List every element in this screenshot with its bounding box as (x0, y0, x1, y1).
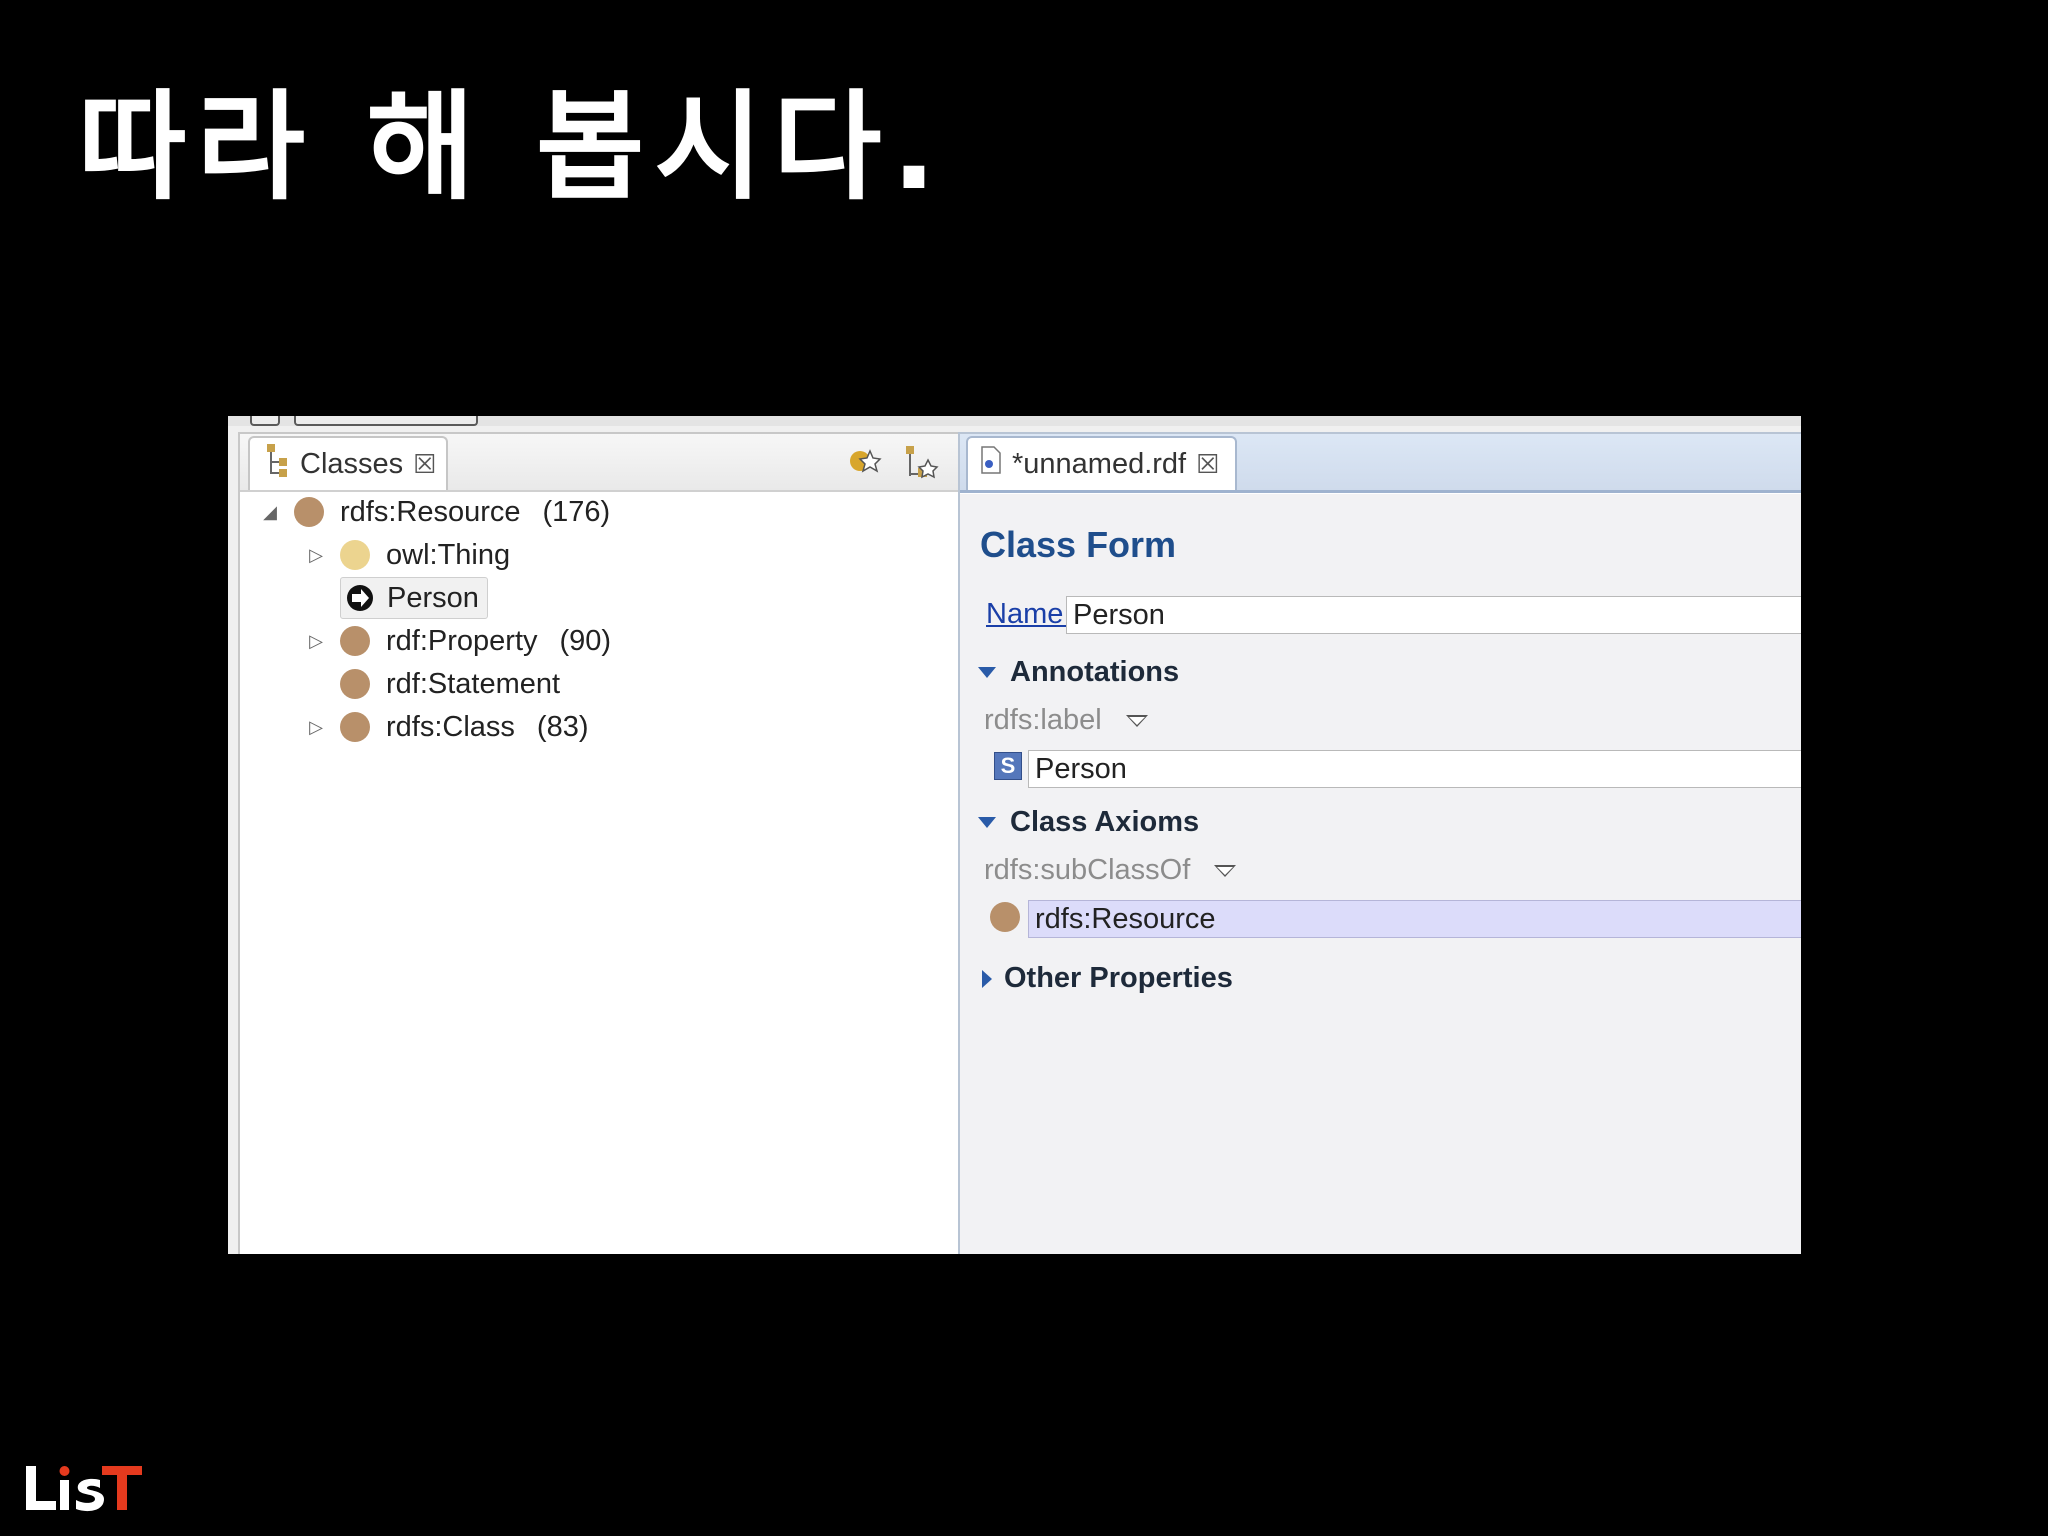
expand-arrow-icon[interactable]: ▷ (306, 545, 326, 565)
tree-item-label: rdfs:Class (386, 710, 515, 743)
add-subclass-icon[interactable] (846, 443, 886, 483)
property-label: rdfs:label (984, 704, 1102, 736)
tab-classes-label: Classes (300, 447, 404, 480)
class-icon (294, 497, 324, 527)
string-type-icon: S (994, 752, 1022, 780)
class-editor: *unnamed.rdf ☒ Class Form Name: Person A… (958, 432, 1801, 1254)
section-title: Annotations (1010, 656, 1180, 688)
tree-item-label: rdf:Statement (386, 667, 561, 700)
section-title: Class Axioms (1010, 806, 1200, 838)
subclassof-value-field[interactable]: rdfs:Resource (1028, 900, 1801, 938)
close-icon[interactable]: ☒ (1196, 449, 1219, 480)
tree-item-count: (176) (542, 495, 611, 528)
tree-item-rdfs-resource[interactable]: ◢ rdfs:Resource (176) (260, 492, 610, 532)
other-properties-section-header[interactable]: Other Properties (978, 962, 1233, 995)
dropdown-arrow-icon[interactable] (1214, 864, 1237, 877)
class-icon (340, 712, 370, 742)
collapse-arrow-icon[interactable]: ◢ (260, 502, 280, 522)
expand-arrow-icon[interactable]: ▷ (306, 717, 326, 737)
class-icon (340, 540, 370, 570)
toolbar-stub (250, 416, 280, 426)
subclassof-property-row: rdfs:subClassOf (984, 854, 1237, 887)
editor-tabbar: *unnamed.rdf ☒ (960, 434, 1801, 493)
tree-item-label: rdf:Property (386, 624, 538, 657)
tree-item-label: owl:Thing (386, 538, 511, 571)
expanded-arrow-icon (978, 817, 996, 828)
name-field[interactable]: Person (1066, 596, 1801, 634)
close-icon[interactable]: ☒ (413, 449, 436, 480)
section-title: Other Properties (1004, 962, 1233, 994)
annotation-property-row: rdfs:label (984, 704, 1148, 737)
class-form: Class Form Name: Person Annotations rdfs… (960, 494, 1801, 1254)
slide-title: 따라 해 봅시다. (78, 78, 947, 216)
ide-screenshot: Classes ☒ ◢ rdfs:Resource (176) ▷ owl:Th… (228, 416, 1801, 1254)
tree-item-owl-thing[interactable]: ▷ owl:Thing (306, 535, 510, 575)
collapsed-arrow-icon (982, 969, 992, 988)
tree-item-label: Person (387, 581, 479, 614)
top-toolbar-strip (228, 416, 1801, 426)
class-icon (340, 626, 370, 656)
new-class-icon (345, 583, 375, 613)
editor-tab-label: *unnamed.rdf (1012, 447, 1187, 480)
tab-classes[interactable]: Classes ☒ (248, 436, 448, 490)
tree-item-person[interactable]: Person (340, 577, 488, 619)
class-hierarchy-icon (264, 442, 290, 486)
property-label: rdfs:subClassOf (984, 854, 1191, 886)
list-logo (22, 1462, 144, 1520)
tree-item-rdfs-class[interactable]: ▷ rdfs:Class (83) (306, 707, 589, 747)
class-icon (990, 902, 1020, 932)
expand-arrow-icon[interactable]: ▷ (306, 631, 326, 651)
tree-item-rdf-property[interactable]: ▷ rdf:Property (90) (306, 621, 611, 661)
tree-item-rdf-statement[interactable]: rdf:Statement (340, 664, 560, 704)
tree-item-label: rdfs:Resource (340, 495, 521, 528)
class-icon (340, 669, 370, 699)
name-link[interactable]: Name: (986, 598, 1071, 631)
add-sibling-class-icon[interactable] (902, 443, 942, 483)
tree-item-count: (83) (536, 710, 589, 743)
rdfs-label-value-field[interactable]: Person (1028, 750, 1801, 788)
tree-item-count: (90) (559, 624, 612, 657)
annotations-section-header[interactable]: Annotations (978, 656, 1179, 689)
dropdown-arrow-icon[interactable] (1125, 714, 1148, 727)
form-title: Class Form (980, 524, 1177, 565)
selected-tree-item[interactable]: Person (340, 577, 488, 619)
toolbar-combo-stub (294, 416, 478, 426)
tab-unnamed-rdf[interactable]: *unnamed.rdf ☒ (966, 436, 1238, 490)
class-axioms-section-header[interactable]: Class Axioms (978, 806, 1199, 839)
expanded-arrow-icon (978, 667, 996, 678)
rdf-file-icon (980, 446, 1002, 482)
